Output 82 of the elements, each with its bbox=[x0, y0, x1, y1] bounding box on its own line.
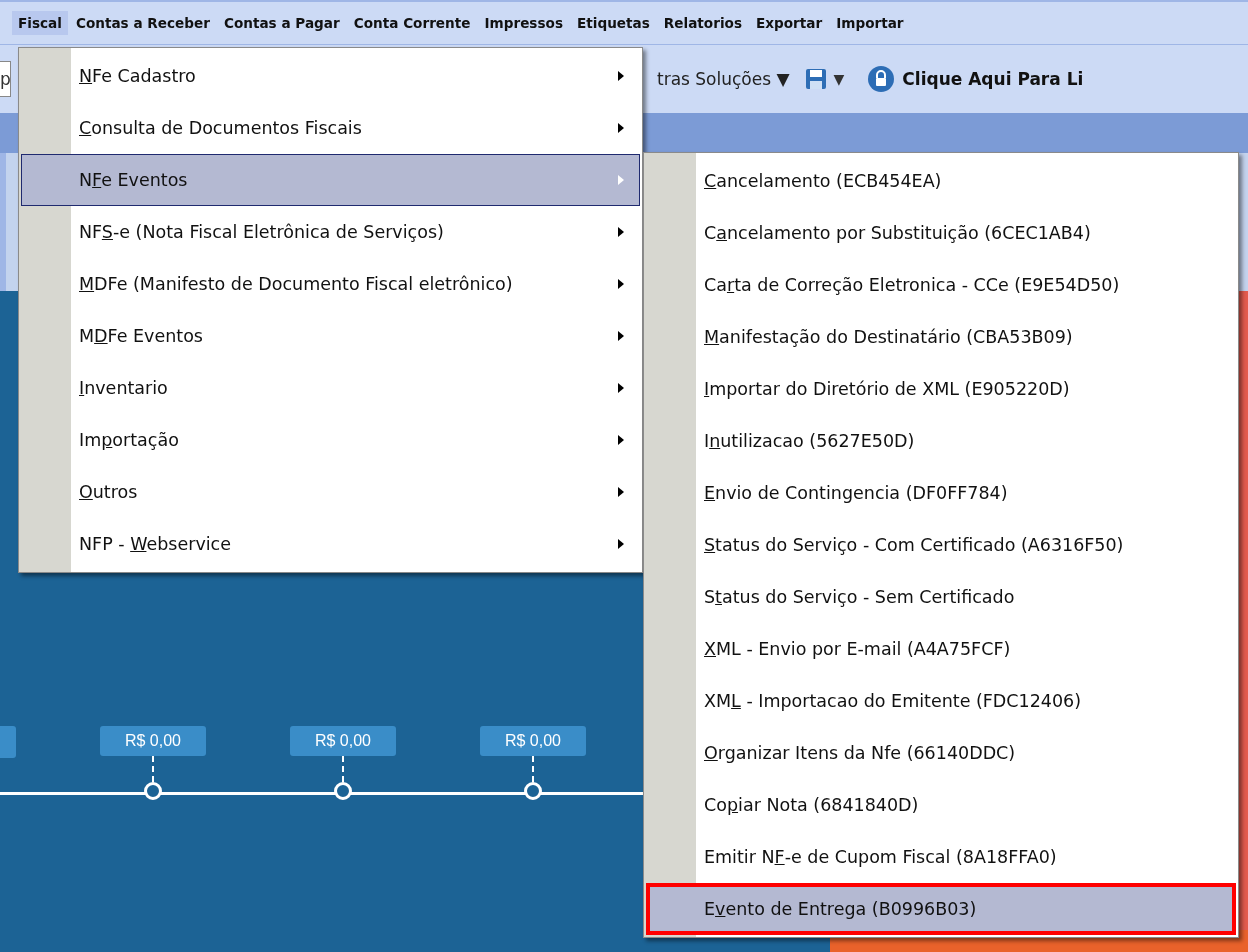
timeline-node bbox=[334, 782, 352, 800]
menu-bar-item[interactable]: Contas a Pagar bbox=[217, 11, 346, 35]
menu-item-label: Envio de Contingencia (DF0FF784) bbox=[704, 483, 1009, 503]
menu-item-label: Cancelamento (ECB454EA) bbox=[704, 171, 943, 191]
menu-item[interactable]: Inventario bbox=[21, 362, 640, 414]
submenu-arrow-icon bbox=[617, 434, 625, 446]
lock-icon[interactable] bbox=[868, 66, 895, 92]
menu-bar-item[interactable]: Impressos bbox=[478, 11, 569, 35]
timeline-node bbox=[144, 782, 162, 800]
menu-item-label: Inventario bbox=[79, 378, 169, 398]
menu-bar-item[interactable]: Fiscal bbox=[12, 11, 68, 35]
menu-item-label: Organizar Itens da Nfe (66140DDC) bbox=[704, 743, 1017, 763]
submenu-arrow-icon bbox=[617, 278, 625, 290]
submenu-arrow-icon bbox=[617, 538, 625, 550]
submenu-arrow-icon bbox=[617, 70, 625, 82]
menu-item-label: Emitir NF-e de Cupom Fiscal (8A18FFA0) bbox=[704, 847, 1058, 867]
timeline-node bbox=[524, 782, 542, 800]
menu-item-label: Cancelamento por Substituição (6CEC1AB4) bbox=[704, 223, 1092, 243]
menu-item[interactable]: Cancelamento (ECB454EA) bbox=[646, 155, 1236, 207]
submenu-arrow-icon bbox=[617, 486, 625, 498]
menu-item-label: Status do Serviço - Com Certificado (A6316F50) bbox=[704, 535, 1125, 555]
value-badge: R$ 0,00 bbox=[480, 726, 586, 756]
menu-item-label: NFS-e (Nota Fiscal Eletrônica de Serviços) bbox=[79, 222, 445, 242]
menu-item[interactable]: Copiar Nota (6841840D) bbox=[646, 779, 1236, 831]
menu-item[interactable]: NFe Cadastro bbox=[21, 50, 640, 102]
submenu-arrow-icon bbox=[617, 382, 625, 394]
menu-bar-item[interactable]: Conta Corrente bbox=[347, 11, 477, 35]
value-badge bbox=[0, 726, 16, 758]
menu-item-label: Carta de Correção Eletronica - CCe (E9E54D50) bbox=[704, 275, 1121, 295]
menu-item-label: NFe Cadastro bbox=[79, 66, 197, 86]
menu-item[interactable]: NFS-e (Nota Fiscal Eletrônica de Serviços) bbox=[21, 206, 640, 258]
menu-item-label: NFP - Webservice bbox=[79, 534, 232, 554]
submenu-arrow-icon bbox=[617, 330, 625, 342]
menu-bar-item[interactable]: Contas a Receber bbox=[69, 11, 216, 35]
menu-item[interactable]: MDFe (Manifesto de Documento Fiscal eletrônico) bbox=[21, 258, 640, 310]
value-badge: R$ 0,00 bbox=[290, 726, 396, 756]
menu-item-label: Status do Serviço - Sem Certificado bbox=[704, 587, 1016, 607]
menu-item[interactable]: Consulta de Documentos Fiscais bbox=[21, 102, 640, 154]
menu-item-label: Manifestação do Destinatário (CBA53B09) bbox=[704, 327, 1074, 347]
menu-item[interactable]: Manifestação do Destinatário (CBA53B09) bbox=[646, 311, 1236, 363]
menu-item[interactable]: Emitir NF-e de Cupom Fiscal (8A18FFA0) bbox=[646, 831, 1236, 883]
submenu-arrow-icon bbox=[617, 122, 625, 134]
menu-item-label: Evento de Entrega (B0996B03) bbox=[704, 899, 978, 919]
menu-item[interactable]: Importação bbox=[21, 414, 640, 466]
menu-item-label: Importação bbox=[79, 430, 180, 450]
submenu-arrow-icon bbox=[617, 174, 625, 186]
menu-item[interactable]: Organizar Itens da Nfe (66140DDC) bbox=[646, 727, 1236, 779]
value-badge: R$ 0,00 bbox=[100, 726, 206, 756]
menu-item-label: Importar do Diretório de XML (E905220D) bbox=[704, 379, 1071, 399]
menu-item[interactable]: MDFe Eventos bbox=[21, 310, 640, 362]
menu-item-label: Copiar Nota (6841840D) bbox=[704, 795, 920, 815]
menu-item[interactable]: NFP - Webservice bbox=[21, 518, 640, 570]
menu-item-label: MDFe (Manifesto de Documento Fiscal eletrônico) bbox=[79, 274, 514, 294]
menu-item-label: XML - Importacao do Emitente (FDC12406) bbox=[704, 691, 1083, 711]
menu-bar-item[interactable]: Etiquetas bbox=[571, 11, 656, 35]
menu-item-label: Outros bbox=[79, 482, 139, 502]
menu-item-label: MDFe Eventos bbox=[79, 326, 204, 346]
menu-item[interactable]: XML - Importacao do Emitente (FDC12406) bbox=[646, 675, 1236, 727]
menu-item[interactable]: NFe Eventos bbox=[21, 154, 640, 206]
dropdown-caret[interactable]: ▼ bbox=[833, 71, 845, 87]
menu-item[interactable]: Status do Serviço - Com Certificado (A6316F50) bbox=[646, 519, 1236, 571]
menu-bar-item[interactable]: Exportar bbox=[750, 11, 829, 35]
menu-item-label: Consulta de Documentos Fiscais bbox=[79, 118, 363, 138]
menu-item[interactable]: Outros bbox=[21, 466, 640, 518]
unlock-link[interactable]: Clique Aqui Para Li bbox=[902, 69, 1084, 89]
menu-bar-item[interactable]: Importar bbox=[830, 11, 910, 35]
menu-item[interactable]: Importar do Diretório de XML (E905220D) bbox=[646, 363, 1236, 415]
save-icon[interactable] bbox=[803, 67, 828, 91]
menu-item-label: Inutilizacao (5627E50D) bbox=[704, 431, 916, 451]
menu-item[interactable]: Envio de Contingencia (DF0FF784) bbox=[646, 467, 1236, 519]
submenu-arrow-icon bbox=[617, 226, 625, 238]
menu-item-label: NFe Eventos bbox=[79, 170, 189, 190]
menu-item[interactable]: Inutilizacao (5627E50D) bbox=[646, 415, 1236, 467]
menu-bar-item[interactable]: Relatorios bbox=[657, 11, 748, 35]
input-field[interactable]: p bbox=[0, 61, 11, 97]
menu-item[interactable]: Evento de Entrega (B0996B03) bbox=[646, 883, 1236, 935]
menu-item[interactable]: XML - Envio por E-mail (A4A75FCF) bbox=[646, 623, 1236, 675]
solutions-dropdown[interactable]: tras Soluções ▼ bbox=[657, 69, 790, 89]
menu-item[interactable]: Cancelamento por Substituição (6CEC1AB4) bbox=[646, 207, 1236, 259]
menu-item[interactable]: Carta de Correção Eletronica - CCe (E9E54D50) bbox=[646, 259, 1236, 311]
menu-item[interactable]: Status do Serviço - Sem Certificado bbox=[646, 571, 1236, 623]
menu-item-label: XML - Envio por E-mail (A4A75FCF) bbox=[704, 639, 1012, 659]
